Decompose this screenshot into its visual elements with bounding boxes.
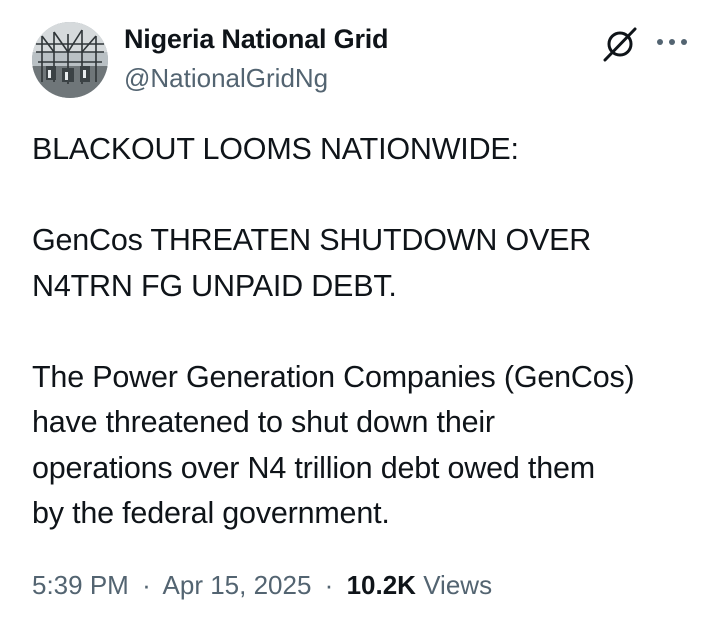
- tweet-line: GenCos THREATEN SHUTDOWN OVER: [32, 223, 592, 257]
- avatar[interactable]: [32, 22, 108, 98]
- views-label[interactable]: Views: [423, 570, 492, 600]
- tweet-text: BLACKOUT LOOMS NATIONWIDE: GenCos THREAT…: [32, 127, 692, 537]
- tweet-line: operations over N4 trillion debt owed th…: [32, 450, 595, 485]
- grok-icon[interactable]: [600, 24, 640, 64]
- tweet-line: N4TRN FG UNPAID DEBT.: [32, 268, 397, 303]
- tweet-line: by the federal government.: [32, 496, 390, 530]
- tweet-line: The Power Generation Companies (GenCos): [32, 359, 635, 394]
- display-name[interactable]: Nigeria National Grid: [124, 24, 389, 55]
- tweet-meta: 5:39 PM · Apr 15, 2025 · 10.2K Views: [32, 570, 492, 601]
- meta-separator: ·: [142, 570, 151, 600]
- tweet-paragraph: BLACKOUT LOOMS NATIONWIDE:: [32, 127, 692, 173]
- tweet-card: Nigeria National Grid @NationalGridNg BL…: [0, 0, 720, 631]
- views-count[interactable]: 10.2K: [347, 570, 416, 600]
- tweet-line: BLACKOUT LOOMS NATIONWIDE:: [32, 132, 519, 166]
- meta-separator: ·: [324, 570, 334, 600]
- user-handle[interactable]: @NationalGridNg: [124, 63, 328, 94]
- tweet-date[interactable]: Apr 15, 2025: [163, 570, 312, 600]
- tweet-paragraph: GenCos THREATEN SHUTDOWN OVER N4TRN FG U…: [32, 218, 692, 309]
- more-options-icon[interactable]: [655, 30, 689, 54]
- tweet-paragraph: The Power Generation Companies (GenCos) …: [32, 355, 692, 537]
- tweet-line: have threatened to shut down their: [32, 405, 495, 439]
- power-substation-icon: [32, 22, 108, 98]
- tweet-time[interactable]: 5:39 PM: [32, 570, 129, 600]
